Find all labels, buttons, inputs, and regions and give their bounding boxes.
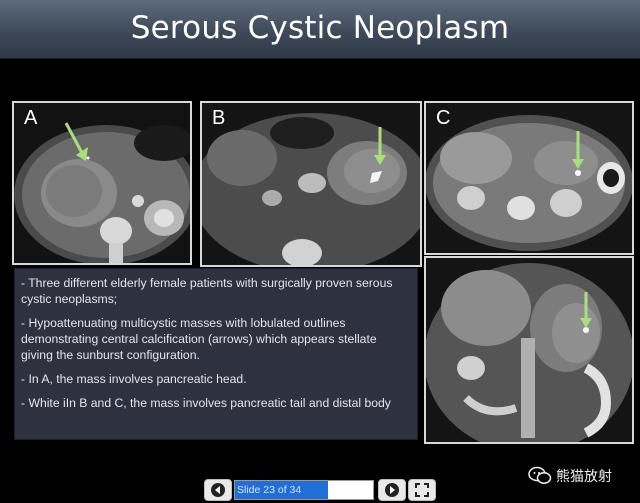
ct-image-panel-coronal — [424, 256, 634, 444]
panel-label-b: B — [212, 107, 226, 129]
findings-text-box: - Three different elderly female patient… — [14, 268, 418, 440]
bullet-2: - Hypoattenuating multicystic masses wit… — [21, 316, 377, 362]
fullscreen-icon — [415, 483, 429, 497]
fullscreen-button[interactable] — [408, 479, 436, 501]
bullet-3: - In A, the mass involves pancreatic hea… — [21, 372, 247, 386]
ct-scan-axial-image — [202, 103, 420, 265]
watermark: 熊猫放射 — [528, 466, 612, 486]
panel-label-c: C — [436, 107, 451, 129]
arrow-right-icon — [385, 483, 399, 497]
title-bar: Serous Cystic Neoplasm — [0, 0, 640, 59]
arrow-left-icon — [211, 483, 225, 497]
watermark-text: 熊猫放射 — [556, 469, 612, 485]
panel-label-a: A — [24, 107, 38, 129]
ct-scan-axial-image — [426, 103, 632, 253]
wechat-icon — [528, 466, 552, 484]
bullet-4: - White iIn B and C, the mass involves p… — [21, 396, 391, 410]
ct-image-panel-b: B — [200, 101, 422, 267]
bullet-1: - Three different elderly female patient… — [21, 276, 393, 306]
ct-image-panel-c: C — [424, 101, 634, 255]
ct-image-panel-a: A — [12, 101, 192, 265]
ct-scan-coronal-image — [426, 258, 632, 442]
slide-counter-text: Slide 23 of 34 — [237, 484, 302, 496]
slide-counter-field[interactable]: Slide 23 of 34 — [234, 480, 374, 500]
next-slide-button[interactable] — [378, 479, 406, 501]
slide-title: Serous Cystic Neoplasm — [130, 10, 510, 46]
ct-scan-axial-image — [14, 103, 190, 263]
previous-slide-button[interactable] — [204, 479, 232, 501]
